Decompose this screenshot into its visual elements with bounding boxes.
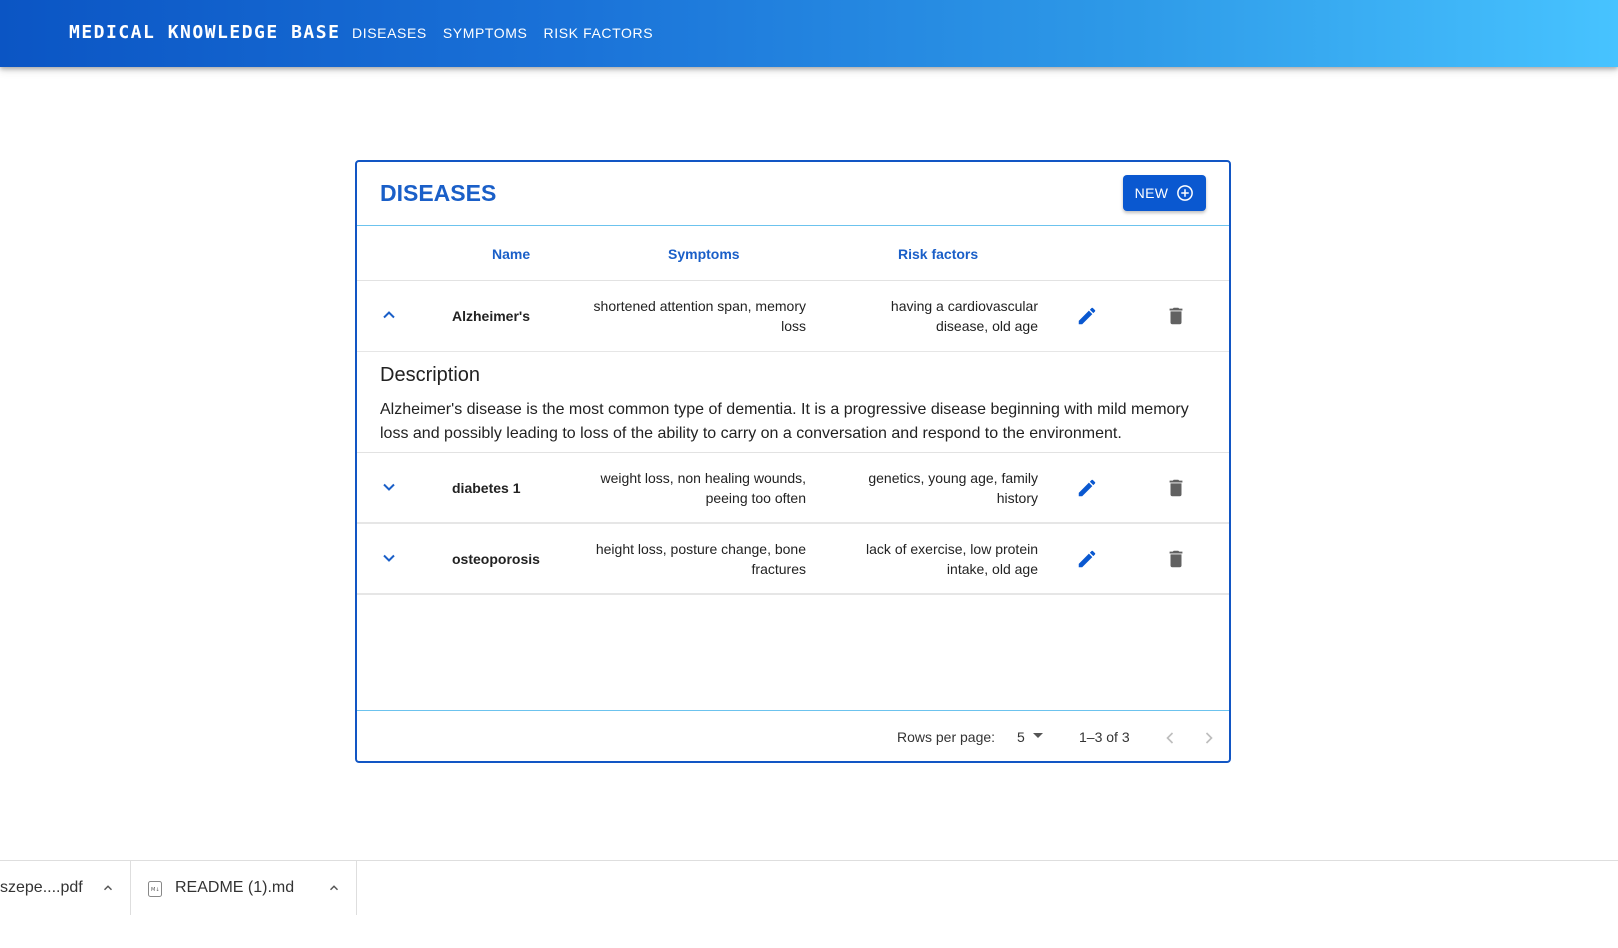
disease-name: Alzheimer's xyxy=(452,308,531,324)
disease-description-panel: Description Alzheimer's disease is the m… xyxy=(357,352,1229,453)
delete-icon[interactable] xyxy=(1165,477,1187,499)
delete-icon[interactable] xyxy=(1165,548,1187,570)
download-filename: szepe....pdf xyxy=(0,879,83,896)
svg-text:M↓: M↓ xyxy=(151,887,160,893)
chevron-left-icon[interactable] xyxy=(1160,728,1180,748)
nav-symptoms[interactable]: SYMPTOMS xyxy=(443,25,528,41)
disease-risk-factors: genetics, young age, family history xyxy=(868,470,1038,506)
table-header: Name Symptoms Risk factors xyxy=(357,226,1229,281)
disease-symptoms: height loss, posture change, bone fractu… xyxy=(595,541,806,577)
new-button-label: NEW xyxy=(1134,185,1169,201)
disease-risk-factors: having a cardiovascular disease, old age xyxy=(890,298,1038,334)
page-title: DISEASES xyxy=(380,180,497,206)
app-title[interactable]: MEDICAL KNOWLEDGE BASE xyxy=(69,22,340,43)
edit-icon[interactable] xyxy=(1076,477,1098,499)
chevron-up-icon[interactable] xyxy=(101,881,115,895)
table-row: diabetes 1 weight loss, non healing woun… xyxy=(357,453,1229,524)
disease-symptoms: shortened attention span, memory loss xyxy=(593,298,806,334)
rows-per-page-select[interactable]: 5 xyxy=(1017,729,1025,745)
description-title: Description xyxy=(380,364,481,386)
rows-per-page-label: Rows per page: xyxy=(897,729,996,745)
new-disease-button[interactable]: NEW xyxy=(1123,175,1206,211)
caret-down-icon[interactable] xyxy=(1033,733,1043,739)
download-item[interactable]: README (1).md xyxy=(175,861,294,915)
download-filename: README (1).md xyxy=(175,879,295,896)
nav-diseases[interactable]: DISEASES xyxy=(352,25,427,41)
chevron-up-icon[interactable] xyxy=(327,881,341,895)
diseases-card: DISEASES NEW Name Symptoms Risk factors … xyxy=(355,160,1231,763)
disease-symptoms: weight loss, non healing wounds, peeing … xyxy=(600,470,806,506)
downloads-bar: szepe....pdf M↓ README (1).md xyxy=(0,860,1618,948)
nav-risk-factors[interactable]: RISK FACTORS xyxy=(544,25,654,41)
disease-risk-factors: lack of exercise, low protein intake, ol… xyxy=(866,541,1038,577)
pagination-range: 1–3 of 3 xyxy=(1079,729,1130,745)
table-pagination: Rows per page: 5 1–3 of 3 xyxy=(357,710,1229,763)
chevron-down-icon[interactable] xyxy=(379,548,399,568)
delete-icon[interactable] xyxy=(1165,305,1187,327)
table-row: osteoporosis height loss, posture change… xyxy=(357,524,1229,595)
chevron-up-icon[interactable] xyxy=(379,305,399,325)
main-nav: DISEASES SYMPTOMS RISK FACTORS xyxy=(352,25,653,41)
download-divider xyxy=(130,861,131,915)
column-header-symptoms[interactable]: Symptoms xyxy=(668,246,740,262)
description-text: Alzheimer's disease is the most common t… xyxy=(380,401,1189,442)
chevron-right-icon[interactable] xyxy=(1199,728,1219,748)
disease-name: osteoporosis xyxy=(452,551,540,567)
edit-icon[interactable] xyxy=(1076,548,1098,570)
column-header-name[interactable]: Name xyxy=(492,246,530,262)
disease-name: diabetes 1 xyxy=(452,480,521,496)
card-header: DISEASES NEW xyxy=(357,162,1229,226)
table-row: Alzheimer's shortened attention span, me… xyxy=(357,281,1229,352)
download-divider xyxy=(356,861,357,915)
chevron-down-icon[interactable] xyxy=(379,477,399,497)
edit-icon[interactable] xyxy=(1076,305,1098,327)
download-item[interactable]: szepe....pdf xyxy=(0,861,83,915)
app-bar: MEDICAL KNOWLEDGE BASE DISEASES SYMPTOMS… xyxy=(0,0,1618,67)
column-header-risk-factors[interactable]: Risk factors xyxy=(898,246,978,262)
markdown-file-icon: M↓ xyxy=(148,881,162,897)
add-circle-icon xyxy=(1177,185,1194,201)
